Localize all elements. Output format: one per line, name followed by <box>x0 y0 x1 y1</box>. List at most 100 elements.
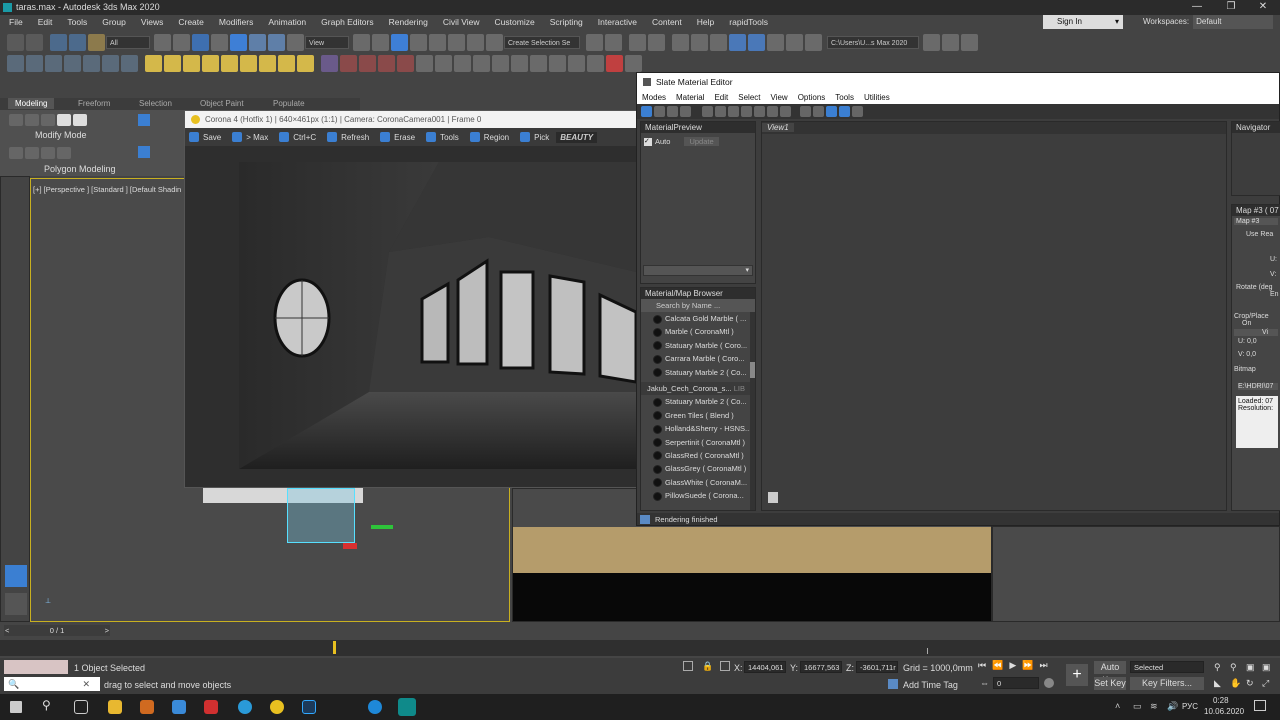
browser-scrollbar[interactable] <box>750 312 755 510</box>
select-by-material-icon[interactable] <box>780 106 791 117</box>
corona-tools-button[interactable]: Tools <box>422 132 459 142</box>
show-end-result-toggle-icon[interactable] <box>767 106 778 117</box>
close-icon[interactable]: ✕ <box>1246 0 1280 15</box>
list-item[interactable]: Statuary Marble 2 ( Co... <box>641 366 755 379</box>
named-selection-set-select[interactable]: Create Selection Se <box>504 35 580 49</box>
key-filters-button[interactable]: Key Filters... <box>1130 677 1204 690</box>
menu-create[interactable]: Create <box>178 15 204 29</box>
set-key-button[interactable]: Set Key <box>1094 677 1126 690</box>
menu-group[interactable]: Group <box>102 15 126 29</box>
camera-icon[interactable] <box>45 54 62 72</box>
corona-to-max-button[interactable]: > Max <box>228 132 268 142</box>
modify-mode-label[interactable]: Modify Mode <box>35 130 87 140</box>
snap-3d-icon[interactable] <box>410 33 427 51</box>
list-item[interactable]: Marble ( CoronaMtl ) <box>641 325 755 338</box>
select-object-icon[interactable] <box>154 33 171 51</box>
menu-scripting[interactable]: Scripting <box>550 15 583 29</box>
corona-erase-button[interactable]: Erase <box>376 132 415 142</box>
zoom-icon[interactable] <box>852 106 863 117</box>
corona-clear-icon[interactable] <box>568 54 585 72</box>
render-production-icon[interactable] <box>786 33 803 51</box>
undo-icon[interactable] <box>7 33 24 51</box>
selected-camera-object[interactable] <box>287 488 355 543</box>
border-icon[interactable] <box>41 114 55 126</box>
light-icon[interactable] <box>83 54 100 72</box>
view-image-button[interactable]: Vi <box>1234 329 1278 336</box>
modifier-icon[interactable] <box>321 54 338 72</box>
pan-icon[interactable]: ✋ <box>1230 678 1241 689</box>
slate-menu-view[interactable]: View <box>771 91 788 104</box>
link-icon[interactable] <box>50 33 67 51</box>
tab-freeform[interactable]: Freeform <box>78 99 110 108</box>
reference-coord-select[interactable]: View <box>305 35 349 49</box>
menu-graph-editors[interactable]: Graph Editors <box>321 15 373 29</box>
menu-animation[interactable]: Animation <box>268 15 306 29</box>
menu-modifiers[interactable]: Modifiers <box>219 15 253 29</box>
chevron-right-icon[interactable]: > <box>105 626 109 635</box>
map-name-input[interactable]: Map #3 <box>1234 218 1278 225</box>
list-item[interactable]: PillowSuede ( Corona... <box>641 489 755 502</box>
move-icon[interactable] <box>230 33 247 51</box>
edit-named-selection-icon[interactable] <box>486 33 503 51</box>
list-item[interactable]: Holland&Sherry - HSNS... <box>641 422 755 435</box>
viewport-layout-4-icon[interactable] <box>5 593 27 615</box>
pivot-icon[interactable] <box>353 33 370 51</box>
corona-camera-icon[interactable] <box>359 54 376 72</box>
track-bar[interactable] <box>0 640 1280 656</box>
menu-civil-view[interactable]: Civil View <box>443 15 480 29</box>
material-editor-icon[interactable] <box>729 33 746 51</box>
set-key-plus-icon[interactable]: + <box>1066 664 1088 686</box>
material-parameter-editor-icon[interactable] <box>826 106 837 117</box>
chrome-icon[interactable] <box>270 700 284 714</box>
tab-modeling[interactable]: Modeling <box>8 98 55 109</box>
polygon-icon[interactable] <box>57 114 71 126</box>
zoom-all-icon[interactable]: ⚲ <box>1230 662 1237 673</box>
sphere-icon[interactable] <box>164 54 181 72</box>
3dsmax-taskbar-icon[interactable] <box>398 698 416 716</box>
corona-region-button[interactable]: Region <box>466 132 509 142</box>
corona-pick-button[interactable]: Pick <box>516 132 549 142</box>
volume-icon[interactable]: 🔊 <box>1167 701 1178 712</box>
crop-u-input[interactable]: U: 0,0 <box>1232 338 1280 345</box>
go-to-start-icon[interactable]: ⏮ <box>978 660 986 671</box>
viewport-label[interactable]: [+] [Perspective ] [Standard ] [Default … <box>33 185 181 194</box>
store-icon[interactable] <box>140 700 154 714</box>
tray-chevron-up-icon[interactable]: ˄ <box>1115 701 1120 711</box>
corona-decal-icon[interactable] <box>435 54 452 72</box>
workspace-icon[interactable] <box>961 33 978 51</box>
menu-file[interactable]: File <box>9 15 23 29</box>
cone-icon[interactable] <box>221 54 238 72</box>
corona-refresh-button[interactable]: Refresh <box>323 132 369 142</box>
slate-menu-select[interactable]: Select <box>738 91 760 104</box>
corona-light-icon[interactable] <box>340 54 357 72</box>
corona-lister-icon[interactable] <box>511 54 528 72</box>
mirror-icon[interactable] <box>586 33 603 51</box>
box-icon[interactable] <box>145 54 162 72</box>
workspaces-select[interactable]: Default <box>1193 15 1274 29</box>
network-icon[interactable]: ▭ <box>1133 701 1142 712</box>
render-iterative-icon[interactable] <box>805 33 822 51</box>
clock-time[interactable]: 0:28 <box>1213 696 1229 705</box>
edit-poly-icon[interactable] <box>138 114 150 126</box>
list-item[interactable]: Calcata Gold Marble ( ... <box>641 312 755 325</box>
play-icon[interactable]: ▶ <box>1009 660 1016 671</box>
slate-menu-edit[interactable]: Edit <box>714 91 728 104</box>
vertex-icon[interactable] <box>9 114 23 126</box>
clock-date[interactable]: 10.06.2020 <box>1204 707 1244 716</box>
list-item[interactable]: GlassGrey ( CoronaMtl ) <box>641 462 755 475</box>
crosshair-icon[interactable] <box>372 33 389 51</box>
list-item[interactable]: Statuary Marble 2 ( Co... <box>641 395 755 408</box>
list-item[interactable]: GlassWhite ( CoronaM... <box>641 476 755 489</box>
element-icon[interactable] <box>73 114 87 126</box>
menu-tools[interactable]: Tools <box>67 15 87 29</box>
layout-children-icon[interactable] <box>813 106 824 117</box>
tube-icon[interactable] <box>259 54 276 72</box>
add-time-tag-button[interactable]: Add Time Tag <box>903 680 958 690</box>
cylinder-icon[interactable] <box>183 54 200 72</box>
scene-explorer-icon[interactable] <box>629 33 646 51</box>
corona-lock-icon[interactable] <box>549 54 566 72</box>
corona-proxy-icon[interactable] <box>378 54 395 72</box>
zoom-extents-icon[interactable]: ▣ <box>1246 662 1255 673</box>
menu-rapidtools[interactable]: rapidTools <box>729 15 768 29</box>
show-background-icon[interactable] <box>754 106 765 117</box>
